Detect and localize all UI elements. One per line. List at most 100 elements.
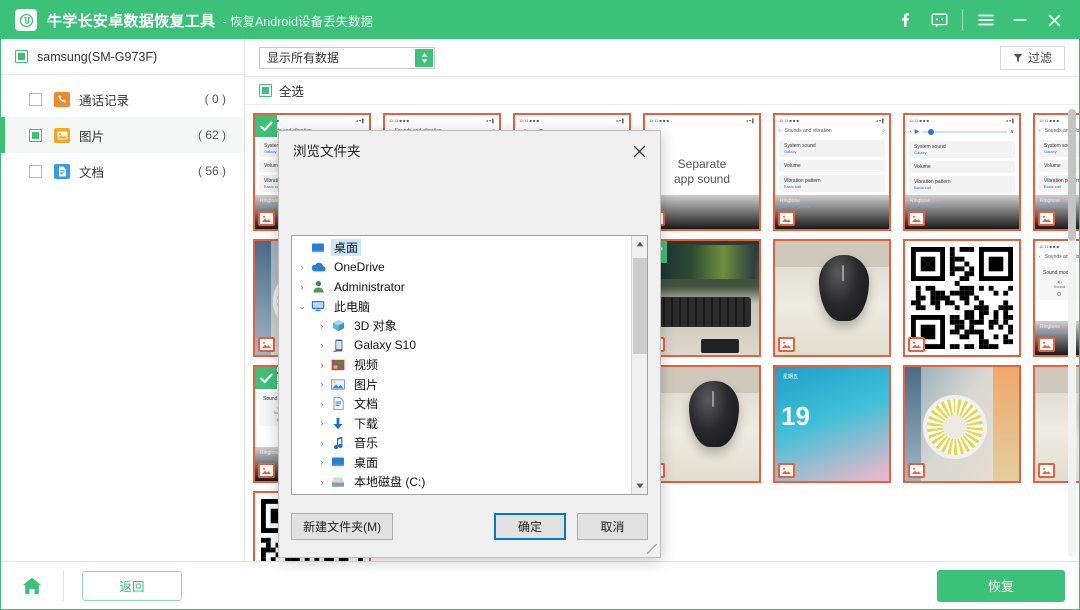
tree-node-label: Galaxy S10 xyxy=(354,338,417,353)
tree-node[interactable]: › 桌面 xyxy=(294,453,647,473)
phone-status-bar: 11:11 ■ ■ ■◂ ▾ ▌ xyxy=(779,117,885,123)
chevron-right-icon[interactable]: › xyxy=(314,418,330,428)
thumbnail-item[interactable]: 11:11 ■ ■ ■◂ ▾ ▌ ‹▶∨ System soundGalaxy Vol… xyxy=(903,113,1021,231)
image-type-badge-icon xyxy=(778,211,795,226)
funnel-icon xyxy=(1013,53,1023,63)
thumbnail-checkmark-icon[interactable] xyxy=(255,115,277,137)
device-name: samsung(SM-G973F) xyxy=(37,49,158,64)
documents-checkbox[interactable] xyxy=(29,164,42,178)
chevron-right-icon[interactable]: › xyxy=(314,399,330,409)
close-icon[interactable] xyxy=(1037,1,1071,39)
tree-node[interactable]: › 本地磁盘 (C:) xyxy=(294,472,647,492)
dialog-resize-grip[interactable] xyxy=(647,544,657,554)
tree-node[interactable]: › OneDrive xyxy=(294,258,647,278)
tree-node[interactable]: ⌄ 此电脑 xyxy=(294,297,647,317)
cancel-button[interactable]: 取消 xyxy=(576,512,648,540)
tree-node[interactable]: › 音乐 xyxy=(294,433,647,453)
device-row[interactable]: samsung(SM-G973F) xyxy=(1,39,244,75)
data-filter-select[interactable]: 显示所有数据 xyxy=(259,46,435,69)
menu-icon[interactable] xyxy=(969,1,1003,39)
sidebar-item-count: ( 62 ) xyxy=(197,128,226,142)
video-icon xyxy=(330,358,346,372)
back-button[interactable]: 返回 xyxy=(82,570,182,601)
thumbnail-checkmark-icon[interactable] xyxy=(255,367,277,389)
new-folder-button[interactable]: 新建文件夹(M) xyxy=(291,512,394,540)
grid-scrollbar-thumb[interactable] xyxy=(1068,109,1076,241)
tree-node-label: Administrator xyxy=(334,279,405,294)
sidebar-item-call-log[interactable]: 通话记录 ( 0 ) xyxy=(1,81,244,117)
folder-tree-scrollbar[interactable] xyxy=(631,236,647,494)
folder-tree-scroll-track[interactable] xyxy=(632,252,648,478)
image-type-badge-icon xyxy=(908,337,925,352)
filter-button[interactable]: 过滤 xyxy=(999,45,1065,70)
select-all-checkbox[interactable] xyxy=(259,84,272,97)
chevron-updown-icon[interactable] xyxy=(415,48,433,67)
grid-scrollbar[interactable] xyxy=(1068,109,1076,557)
sidebar-item-documents[interactable]: 文档 ( 56 ) xyxy=(1,153,244,189)
facebook-icon[interactable] xyxy=(888,1,922,39)
scroll-up-icon[interactable] xyxy=(632,236,648,252)
computer-icon xyxy=(310,299,326,313)
chevron-right-icon[interactable]: › xyxy=(314,438,330,448)
phone-setting-row: Volume xyxy=(909,161,1015,173)
chevron-right-icon[interactable]: › xyxy=(314,477,330,487)
bottom-bar: 返回 恢复 xyxy=(1,561,1079,609)
tree-node[interactable]: › Administrator xyxy=(294,277,647,297)
3d-object-icon xyxy=(330,319,346,333)
tree-node[interactable]: › 文档 xyxy=(294,394,647,414)
image-type-badge-icon xyxy=(258,337,275,352)
phone-status-bar: 11:11 ■ ■ ■◂ ▾ ▌ xyxy=(909,117,1015,123)
tree-node[interactable]: › 图片 xyxy=(294,375,647,395)
ok-button[interactable]: 确定 xyxy=(494,512,566,540)
folder-tree-items: 桌面 › OneDrive › Administrator ⌄ 此电脑 › 3D 对象 › Gala… xyxy=(292,236,647,492)
dialog-top-spacer xyxy=(291,173,648,235)
home-icon[interactable] xyxy=(1,576,63,596)
app-title: 牛学长安卓数据恢复工具 xyxy=(47,12,216,30)
chevron-right-icon[interactable]: › xyxy=(294,282,310,292)
tree-node[interactable]: › 下载 xyxy=(294,414,647,434)
folder-tree-scroll-thumb[interactable] xyxy=(632,258,647,354)
chevron-right-icon[interactable]: › xyxy=(314,379,330,389)
feedback-icon[interactable] xyxy=(922,1,956,39)
disk-icon xyxy=(330,475,346,489)
recover-button[interactable]: 恢复 xyxy=(937,569,1065,602)
tree-node[interactable]: › 视频 xyxy=(294,355,647,375)
thumbnail-item[interactable]: 11:11 ■ ■ ■◂ ▾ ▌‹Sounds and vibration⌕Sy… xyxy=(773,113,891,231)
tree-node[interactable]: › 3D 对象 xyxy=(294,316,647,336)
chevron-right-icon[interactable]: › xyxy=(314,321,330,331)
desktop-icon xyxy=(330,455,346,469)
pictures-checkbox[interactable] xyxy=(29,128,42,142)
chevron-right-icon[interactable]: › xyxy=(314,360,330,370)
category-list: 通话记录 ( 0 ) 图片 ( 62 ) 文档 (56) xyxy=(1,75,244,189)
bottom-divider xyxy=(63,570,64,601)
thumbnail-item[interactable] xyxy=(903,365,1021,483)
chevron-down-icon[interactable]: ⌄ xyxy=(294,301,310,312)
tree-node[interactable]: 桌面 xyxy=(294,238,647,258)
chevron-right-icon[interactable]: › xyxy=(314,340,330,350)
tree-node-label: 文档 xyxy=(354,397,379,412)
tree-node-label: 3D 对象 xyxy=(354,319,397,334)
sidebar-item-count: ( 56 ) xyxy=(197,164,226,178)
minimize-icon[interactable] xyxy=(1003,1,1037,39)
dialog-close-icon[interactable] xyxy=(628,140,650,162)
image-type-badge-icon xyxy=(258,211,275,226)
tree-node[interactable]: › Galaxy S10 xyxy=(294,336,647,356)
tree-node-label: 图片 xyxy=(354,377,379,392)
app-window: 牛学长安卓数据恢复工具 - 恢复Android设备丢失数据 samsung(SM… xyxy=(0,0,1080,610)
chevron-right-icon[interactable]: › xyxy=(314,457,330,467)
select-all-row[interactable]: 全选 xyxy=(245,77,1079,105)
phone-setting-row: System soundGalaxy xyxy=(909,141,1015,158)
sidebar-item-pictures[interactable]: 图片 ( 62 ) xyxy=(1,117,244,153)
scroll-down-icon[interactable] xyxy=(632,478,648,494)
thumbnail-item[interactable] xyxy=(903,239,1021,357)
call-log-checkbox[interactable] xyxy=(29,92,42,106)
chevron-right-icon[interactable]: › xyxy=(294,262,310,272)
tree-node-label: 视频 xyxy=(354,358,379,373)
thumbnail-item[interactable]: 星期五 19 xyxy=(773,365,891,483)
phone-volume-slider: ‹▶∨ xyxy=(910,128,1014,135)
folder-tree[interactable]: 桌面 › OneDrive › Administrator ⌄ 此电脑 › 3D 对象 › Gala… xyxy=(291,235,648,495)
toolbar: 显示所有数据 过滤 xyxy=(245,39,1079,77)
thumbnail-item[interactable] xyxy=(773,239,891,357)
device-checkbox[interactable] xyxy=(15,50,28,63)
tree-node-label: 桌面 xyxy=(354,455,379,470)
